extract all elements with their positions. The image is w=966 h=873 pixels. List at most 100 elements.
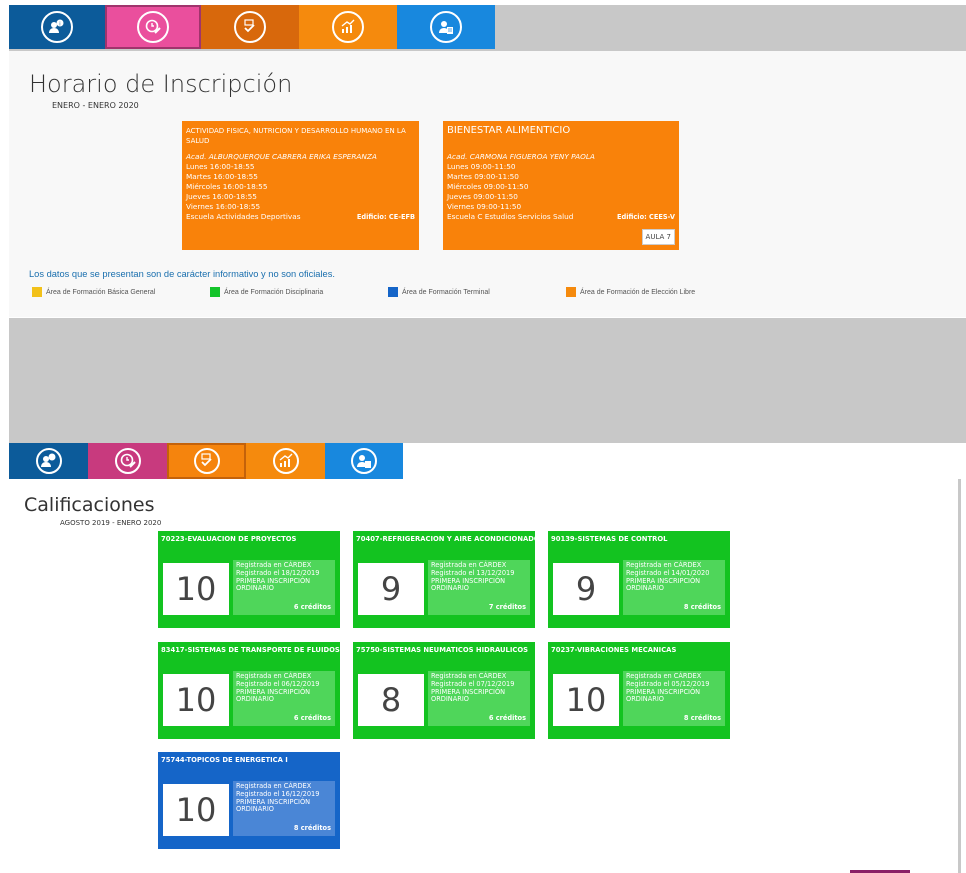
credits: 8 créditos [683, 714, 721, 723]
legend-label: Área de Formación Terminal [402, 288, 490, 296]
grade-info: Registrada en CÁRDEX Registrado el 14/01/… [623, 560, 725, 615]
tab-horario[interactable] [88, 443, 167, 479]
school: Escuela Actividades Deportivas [186, 212, 301, 221]
course-title: 70407-REFRIGERACION Y AIRE ACONDICIONADO [356, 535, 535, 543]
course-title: 70237-VIBRACIONES MECANICAS [551, 646, 677, 654]
tab-estadisticas[interactable] [246, 443, 325, 479]
user-info-icon: i [41, 11, 73, 43]
grades-check-icon [234, 11, 266, 43]
course-title: 83417-SISTEMAS DE TRANSPORTE DE FLUIDOS [161, 646, 340, 654]
schedule-card-2[interactable]: BIENESTAR ALIMENTICIO Acad. CARMONA FIGU… [443, 121, 679, 250]
grade-card[interactable]: 83417-SISTEMAS DE TRANSPORTE DE FLUIDOS 1… [158, 642, 340, 739]
tab-horario[interactable] [105, 5, 201, 49]
legend-swatch [388, 287, 398, 297]
credits: 8 créditos [683, 603, 721, 612]
type-line: ORDINARIO [626, 695, 664, 704]
credits: 6 créditos [488, 714, 526, 723]
day-4: Jueves 09:00-11:50 [447, 192, 518, 201]
tab-perfil[interactable]: i [9, 5, 105, 49]
course-title: 90139-SISTEMAS DE CONTROL [551, 535, 668, 543]
grade-card[interactable]: 90139-SISTEMAS DE CONTROL 9 Registrada en … [548, 531, 730, 628]
day-2: Martes 09:00-11:50 [447, 172, 519, 181]
grade-value: 10 [163, 563, 229, 615]
course-title: ACTIVIDAD FISICA, NUTRICION Y DESARROLLO… [186, 127, 406, 145]
room-badge: AULA 7 [641, 229, 675, 245]
tab-perfil[interactable] [9, 443, 88, 479]
chart-icon [332, 11, 364, 43]
credits: 7 créditos [488, 603, 526, 612]
user-doc-icon [351, 448, 377, 474]
chart-icon [272, 448, 299, 474]
legend-libre: Área de Formación de Elección Libre [566, 287, 695, 297]
grade-card[interactable]: 75744-TOPICOS DE ENERGETICA I 10 Registrad… [158, 752, 340, 849]
legend-terminal: Área de Formación Terminal [388, 287, 490, 297]
grade-card[interactable]: 70407-REFRIGERACION Y AIRE ACONDICIONADO… [353, 531, 535, 628]
legend-swatch [32, 287, 42, 297]
grade-value: 10 [163, 674, 229, 726]
day-1: Lunes 09:00-11:50 [447, 162, 516, 171]
type-line: ORDINARIO [236, 584, 274, 593]
grade-info: Registrada en CÁRDEX Registrado el 18/12/… [233, 560, 335, 615]
grade-card[interactable]: 70223-EVALUACION DE PROYECTOS 10 Registrad… [158, 531, 340, 628]
tab-kardex[interactable] [397, 5, 495, 49]
day-3: Miércoles 09:00-11:50 [447, 182, 529, 191]
tab-calificaciones[interactable] [201, 5, 299, 49]
grade-info: Registrada en CÁRDEX Registrado el 07/12/… [428, 671, 530, 726]
building: Edificio: CEES-V [617, 213, 675, 221]
clock-pen-icon [114, 448, 141, 474]
legend-label: Área de Formación de Elección Libre [580, 288, 696, 296]
course-title: 75744-TOPICOS DE ENERGETICA I [161, 756, 288, 764]
day-5: Viernes 09:00-11:50 [447, 202, 522, 211]
legend-disciplinaria: Área de Formación Disciplinaria [210, 287, 323, 297]
grade-info: Registrada en CÁRDEX Registrado el 13/12/… [428, 560, 530, 615]
grade-card[interactable]: 75750-SISTEMAS NEUMATICOS HIDRAULICOS 8 Re… [353, 642, 535, 739]
day-1: Lunes 16:00-18:55 [186, 162, 255, 171]
type-line: ORDINARIO [626, 584, 664, 593]
grade-value: 10 [163, 784, 229, 836]
gray-gap [9, 318, 966, 443]
grade-info: Registrada en CÁRDEX Registrado el 16/12/… [233, 781, 335, 836]
course-title: 70223-EVALUACION DE PROYECTOS [161, 535, 297, 543]
bottom-nav [9, 443, 403, 479]
tab-calificaciones[interactable] [167, 443, 246, 479]
grades-check-icon [193, 448, 220, 474]
grade-value: 8 [358, 674, 424, 726]
grade-value: 9 [553, 563, 619, 615]
school: Escuela C Estudios Servicios Salud [447, 212, 574, 221]
user-info-icon [35, 448, 62, 474]
grade-info: Registrada en CÁRDEX Registrado el 06/12/… [233, 671, 335, 726]
credits: 6 créditos [293, 714, 331, 723]
type-line: ORDINARIO [236, 805, 274, 814]
svg-text:i: i [59, 21, 60, 27]
building: Edificio: CE-EFB [356, 213, 415, 221]
legend-basica: Área de Formación Básica General [32, 287, 155, 297]
tab-estadisticas[interactable] [299, 5, 397, 49]
credits: 6 créditos [293, 603, 331, 612]
schedule-period: ENERO - ENERO 2020 [52, 101, 139, 110]
legend-swatch [566, 287, 576, 297]
grades-title: Calificaciones [24, 494, 155, 516]
grade-value: 10 [553, 674, 619, 726]
grade-info: Registrada en CÁRDEX Registrado el 05/12/… [623, 671, 725, 726]
user-doc-icon [430, 11, 462, 43]
scrollbar[interactable] [958, 479, 961, 873]
grade-value: 9 [358, 563, 424, 615]
teacher: Acad. CARMONA FIGUEROA YENY PAOLA [447, 152, 595, 161]
type-line: ORDINARIO [431, 695, 469, 704]
grade-card[interactable]: 70237-VIBRACIONES MECANICAS 10 Registrada … [548, 642, 730, 739]
legend-swatch [210, 287, 220, 297]
type-line: ORDINARIO [236, 695, 274, 704]
disclaimer: Los datos que se presentan son de caráct… [29, 269, 335, 279]
grades-period: AGOSTO 2019 - ENERO 2020 [60, 519, 162, 527]
tab-kardex[interactable] [325, 443, 403, 479]
course-title: 75750-SISTEMAS NEUMATICOS HIDRAULICOS [356, 646, 529, 654]
course-title: BIENESTAR ALIMENTICIO [447, 125, 571, 136]
teacher: Acad. ALBURQUERQUE CABRERA ERIKA ESPERAN… [186, 152, 377, 161]
credits: 8 créditos [293, 824, 331, 833]
schedule-card-1[interactable]: ACTIVIDAD FISICA, NUTRICION Y DESARROLLO… [182, 121, 419, 250]
day-3: Miércoles 16:00-18:55 [186, 182, 268, 191]
day-2: Martes 16:00-18:55 [186, 172, 258, 181]
clock-pen-icon [137, 11, 169, 43]
type-line: ORDINARIO [431, 584, 469, 593]
top-nav: i [9, 5, 495, 51]
